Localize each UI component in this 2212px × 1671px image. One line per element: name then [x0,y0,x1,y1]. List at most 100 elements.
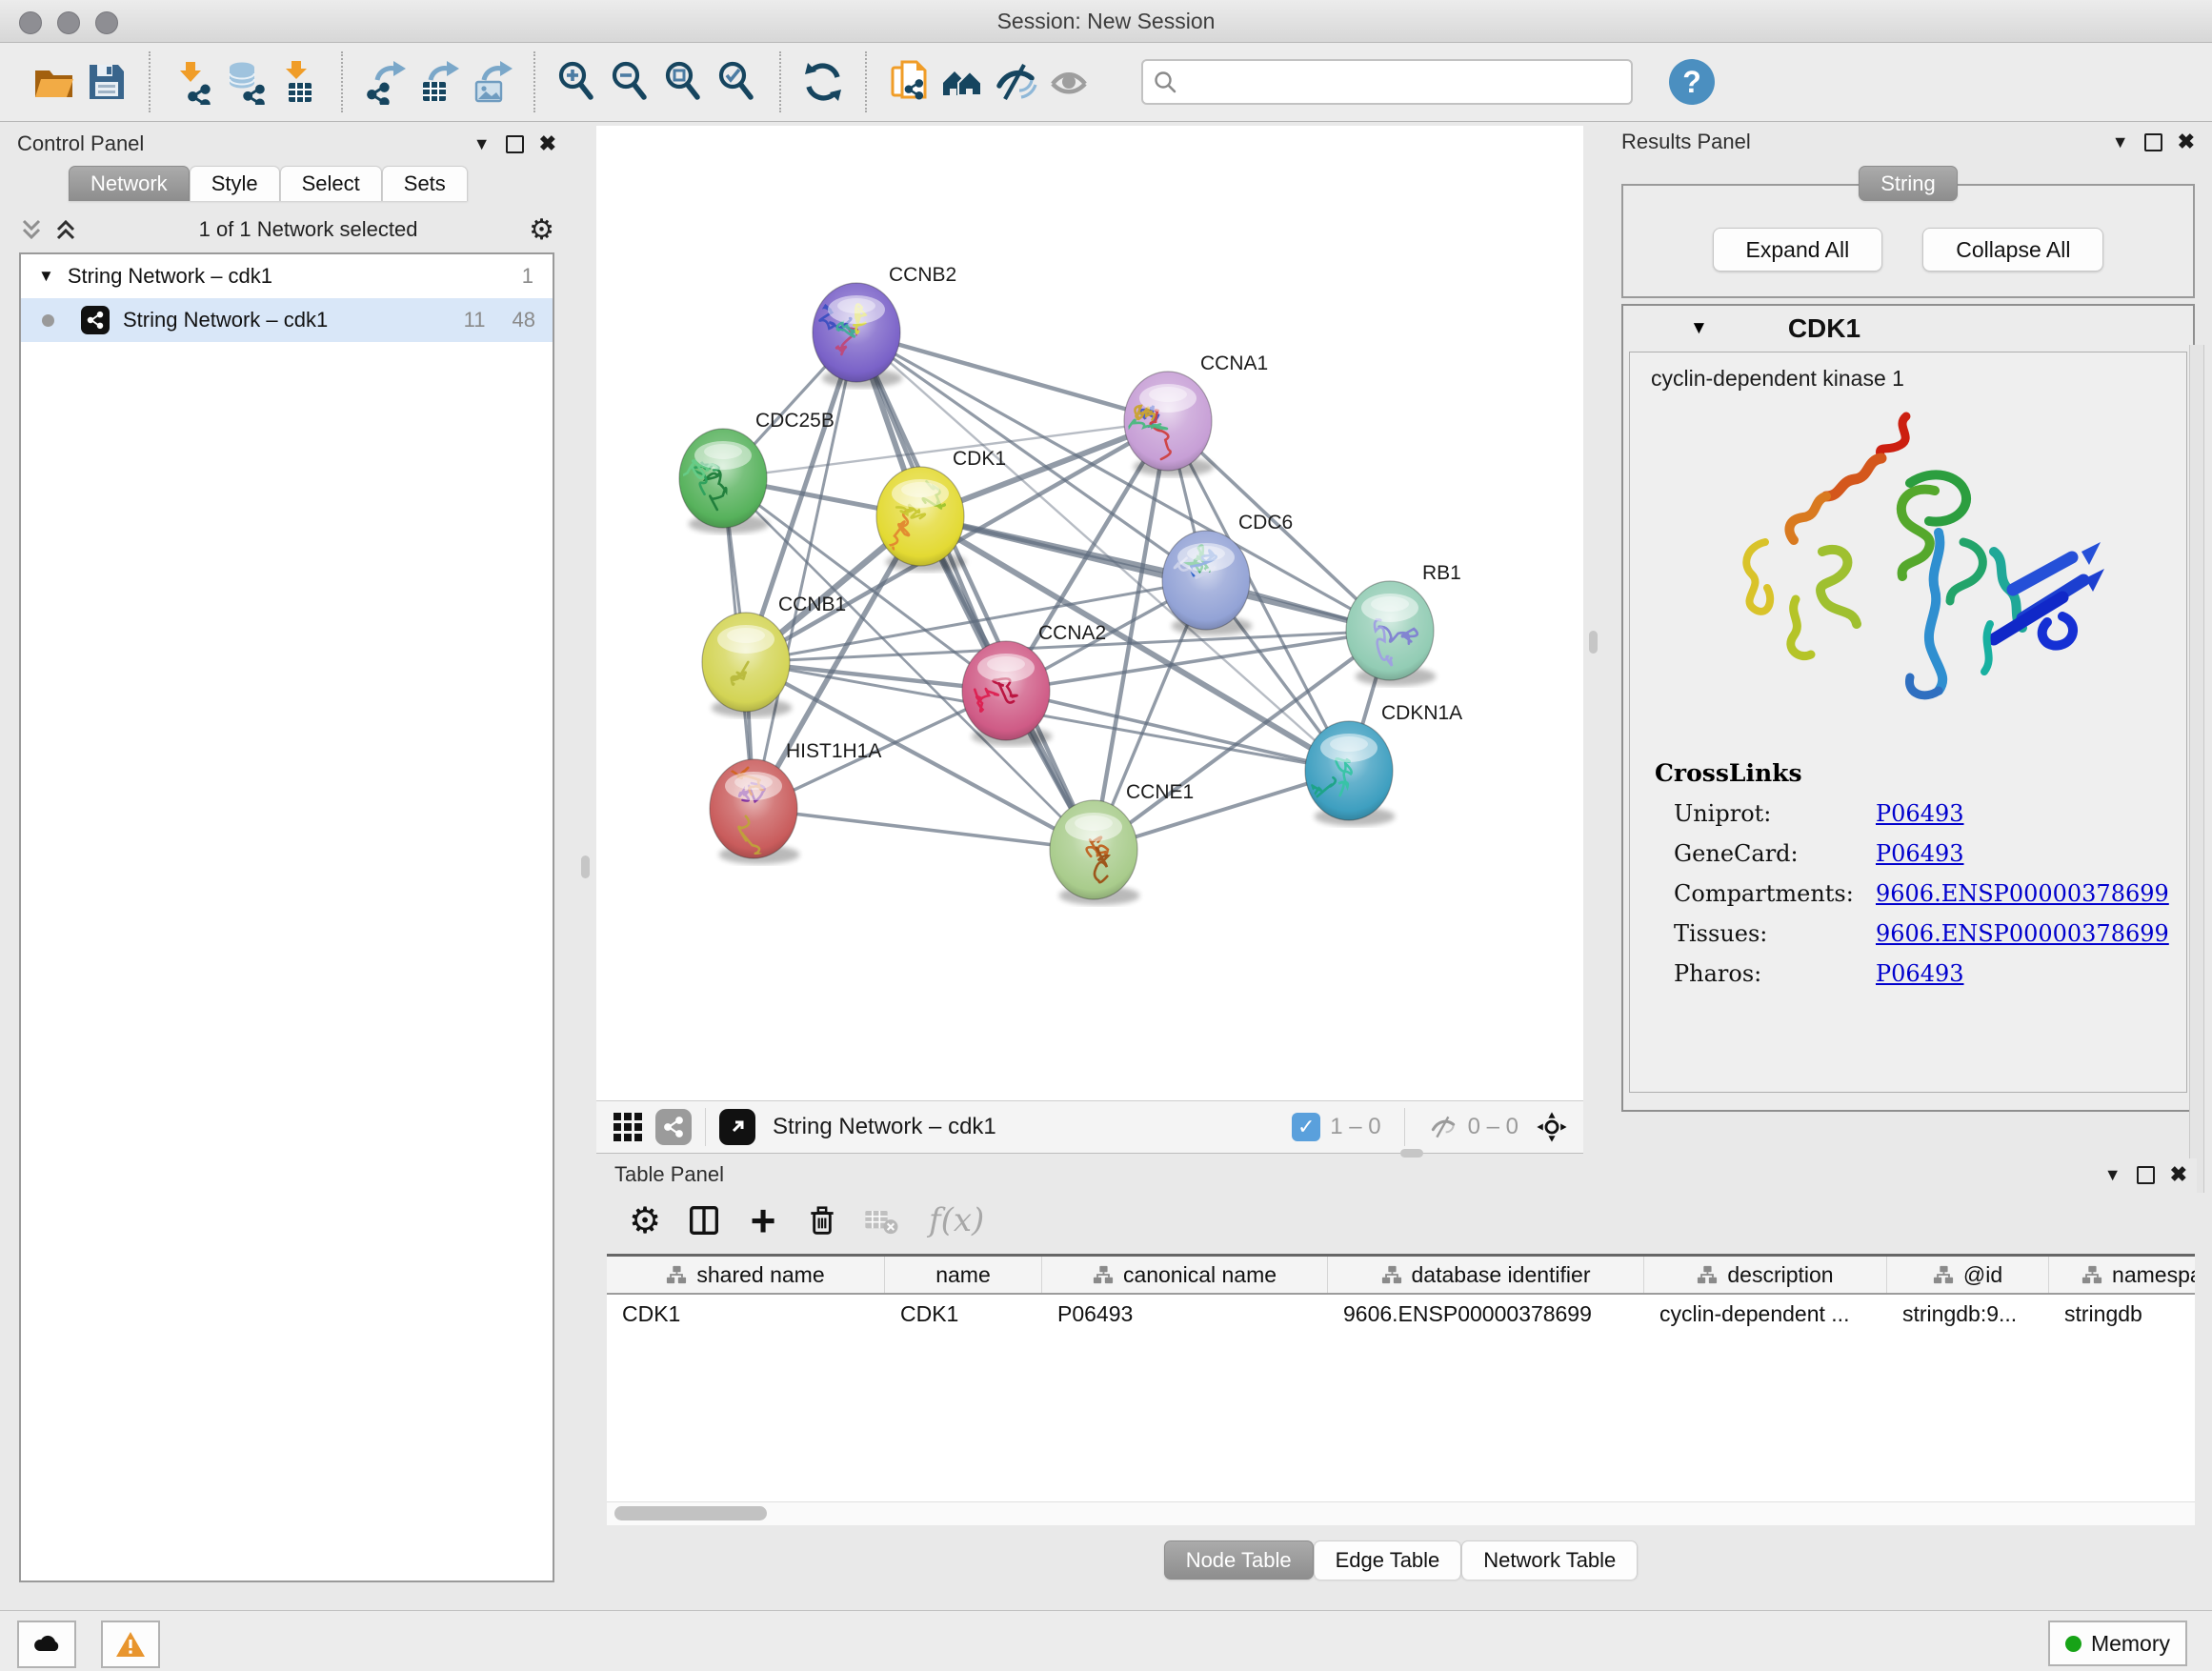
duplicate-network-icon[interactable] [882,55,935,109]
warning-icon[interactable] [101,1621,160,1668]
delete-column-trash-icon[interactable] [797,1196,847,1245]
import-database-icon[interactable] [219,55,272,109]
expand-all-button[interactable]: Expand All [1713,228,1883,272]
network-node-ccna1[interactable]: CCNA1 [1118,352,1269,476]
table-cell[interactable]: stringdb:9... [1887,1295,2049,1333]
memory-button[interactable]: Memory [2048,1621,2187,1666]
column-header-database-identifier[interactable]: database identifier [1328,1257,1644,1293]
import-table-icon[interactable] [272,55,326,109]
splitter-handle[interactable] [1400,1149,1423,1158]
table-cell[interactable]: CDK1 [607,1295,885,1333]
splitter-handle[interactable] [1589,631,1598,654]
network-edge[interactable] [856,332,1168,421]
crosslink-link[interactable]: P06493 [1876,960,1964,987]
column-header-description[interactable]: description [1644,1257,1887,1293]
column-header-@id[interactable]: @id [1887,1257,2049,1293]
crosslink-link[interactable]: 9606.ENSP00000378699 [1876,880,2169,907]
import-network-icon[interactable] [166,55,219,109]
gene-collapse-icon[interactable]: ▼ [1690,318,1708,339]
panel-collapse-icon[interactable]: ▼ [2112,132,2129,152]
tab-string[interactable]: String [1859,166,1957,201]
network-node-hist1h1a[interactable]: HIST1H1A [710,740,881,867]
tab-node-table[interactable]: Node Table [1164,1540,1314,1580]
network-edge[interactable] [920,516,1390,631]
node-label: CDKN1A [1381,702,1462,724]
zoom-selected-icon[interactable] [711,55,764,109]
crosslink-link[interactable]: P06493 [1876,840,1964,867]
open-session-icon[interactable] [27,55,80,109]
tab-network-table[interactable]: Network Table [1461,1540,1638,1580]
network-node-ccnb2[interactable]: CCNB2 [813,264,956,388]
first-neighbors-icon[interactable] [935,55,989,109]
network-node-cdkn1a[interactable]: CDKN1A [1296,702,1462,826]
network-edge[interactable] [754,809,1094,850]
column-header-canonical-name[interactable]: canonical name [1042,1257,1328,1293]
zoom-fit-icon[interactable] [657,55,711,109]
crosslink-link[interactable]: P06493 [1876,800,1964,827]
add-column-icon[interactable]: + [738,1196,788,1245]
collapse-all-button[interactable]: Collapse All [1922,228,2103,272]
panel-float-icon[interactable] [506,135,524,153]
cloud-icon[interactable] [17,1621,76,1668]
crosslink-link[interactable]: 9606.ENSP00000378699 [1876,920,2169,947]
panel-float-icon[interactable] [2144,133,2162,151]
zoom-in-icon[interactable] [551,55,604,109]
panel-collapse-icon[interactable]: ▼ [473,134,491,154]
column-header-namespace[interactable]: namespace [2049,1257,2195,1293]
network-collection-row[interactable]: ▼ String Network – cdk1 1 [21,254,553,298]
network-row-selected[interactable]: String Network – cdk1 11 48 [21,298,553,342]
network-canvas[interactable]: CCNB2CCNA1CDC25BCDK1CDC6RB1CCNB1CCNA2CDK… [596,126,1583,1096]
search-field[interactable] [1141,59,1633,105]
export-network-icon[interactable] [358,55,412,109]
network-node-ccnb1[interactable]: CCNB1 [702,594,846,717]
table-settings-gear-icon[interactable]: ⚙ [620,1196,670,1245]
table-cell[interactable]: cyclin-dependent ... [1644,1295,1887,1333]
table-cell[interactable]: CDK1 [885,1295,1042,1333]
tree-expand-icon[interactable]: ▼ [38,267,54,286]
string-style-icon[interactable] [655,1109,692,1145]
tab-edge-table[interactable]: Edge Table [1314,1540,1462,1580]
search-input[interactable] [1185,69,1621,95]
gear-icon[interactable]: ⚙ [529,213,554,247]
panel-float-icon[interactable] [2137,1166,2155,1184]
hide-selected-icon[interactable] [989,55,1042,109]
network-node-rb1[interactable]: RB1 [1346,562,1461,686]
panel-close-icon[interactable]: ✖ [2170,1162,2187,1187]
zoom-out-icon[interactable] [604,55,657,109]
column-header-name[interactable]: name [885,1257,1042,1293]
network-list: ▼ String Network – cdk1 1 String Network… [19,252,554,1582]
help-icon[interactable]: ? [1669,59,1715,105]
network-edge[interactable] [754,332,856,809]
scrollbar-thumb[interactable] [614,1506,767,1520]
open-in-browser-icon[interactable] [719,1109,755,1145]
column-header-shared-name[interactable]: shared name [607,1257,885,1293]
table-horizontal-scrollbar[interactable] [607,1501,2195,1525]
split-table-icon[interactable] [679,1196,729,1245]
table-cell[interactable]: P06493 [1042,1295,1328,1333]
panel-collapse-icon[interactable]: ▼ [2104,1165,2122,1185]
birds-eye-grid-icon[interactable] [608,1107,648,1147]
export-image-icon[interactable] [465,55,518,109]
tab-sets[interactable]: Sets [382,166,468,201]
selected-checkbox-icon[interactable]: ✓ [1292,1113,1320,1141]
table-row[interactable]: CDK1CDK1P064939606.ENSP00000378699cyclin… [607,1295,2195,1333]
save-session-icon[interactable] [80,55,133,109]
tab-style[interactable]: Style [190,166,280,201]
splitter-handle[interactable] [581,856,590,878]
fit-crosshair-icon[interactable] [1532,1107,1572,1147]
network-row-label: String Network – cdk1 [123,308,328,332]
table-cell[interactable]: 9606.ENSP00000378699 [1328,1295,1644,1333]
results-scrollbar[interactable] [2189,345,2204,1193]
panel-close-icon[interactable]: ✖ [2178,130,2195,154]
collapse-all-chevron-icon[interactable] [19,217,44,242]
tab-select[interactable]: Select [280,166,382,201]
network-edge[interactable] [856,332,1094,850]
table-cell[interactable]: stringdb [2049,1295,2195,1333]
panel-close-icon[interactable]: ✖ [539,131,556,156]
network-node-cdc6[interactable]: CDC6 [1162,512,1293,635]
expand-all-chevron-icon[interactable] [53,217,78,242]
table-tabs: Node TableEdge TableNetwork Table [605,1540,2197,1580]
refresh-icon[interactable] [796,55,850,109]
export-table-icon[interactable] [412,55,465,109]
tab-network[interactable]: Network [69,166,190,201]
